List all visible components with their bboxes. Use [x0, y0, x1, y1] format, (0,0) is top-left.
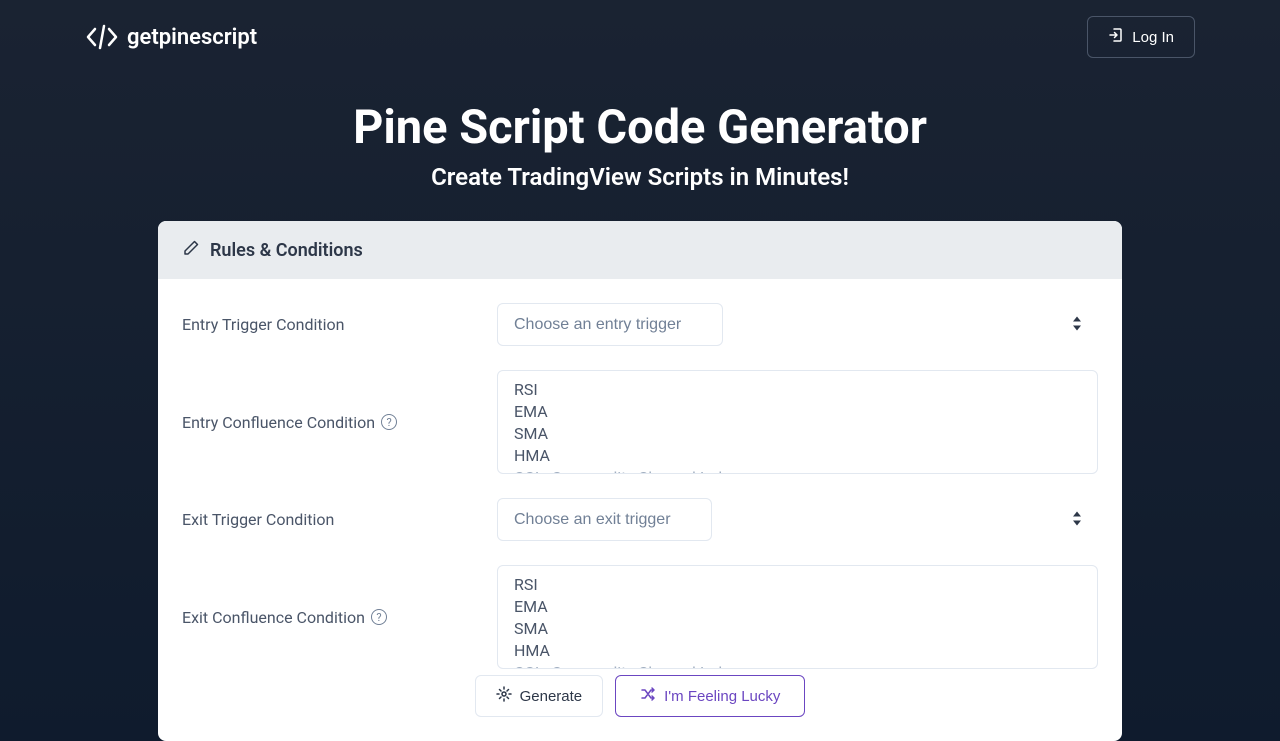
entry-trigger-select-wrapper: Choose an entry trigger: [497, 303, 1098, 346]
page-title: Pine Script Code Generator: [0, 100, 1280, 155]
list-item[interactable]: CCI - Commodity Channel Index: [498, 467, 1097, 474]
shuffle-icon: [640, 686, 656, 706]
exit-trigger-label: Exit Trigger Condition: [182, 510, 497, 529]
list-item[interactable]: RSI: [498, 574, 1097, 596]
login-button[interactable]: Log In: [1087, 16, 1195, 58]
lucky-button[interactable]: I'm Feeling Lucky: [615, 675, 805, 717]
entry-confluence-row: Entry Confluence Condition ? RSI EMA SMA…: [182, 370, 1098, 474]
list-item[interactable]: CCI - Commodity Channel Index: [498, 662, 1097, 669]
help-icon[interactable]: ?: [381, 414, 397, 430]
exit-confluence-label: Exit Confluence Condition ?: [182, 608, 497, 627]
exit-confluence-row: Exit Confluence Condition ? RSI EMA SMA …: [182, 565, 1098, 669]
logo[interactable]: getpinescript: [85, 24, 257, 50]
login-label: Log In: [1132, 29, 1174, 46]
login-icon: [1108, 27, 1124, 47]
hero-section: Pine Script Code Generator Create Tradin…: [0, 100, 1280, 191]
chevron-updown-icon: [1072, 315, 1082, 334]
generate-button[interactable]: Generate: [475, 675, 604, 717]
logo-text: getpinescript: [127, 25, 257, 50]
code-brackets-icon: [85, 24, 119, 50]
page-subtitle: Create TradingView Scripts in Minutes!: [0, 163, 1280, 191]
card-footer: Generate I'm Feeling Lucky: [182, 669, 1098, 717]
list-item[interactable]: EMA: [498, 596, 1097, 618]
header: getpinescript Log In: [0, 0, 1280, 74]
lucky-label: I'm Feeling Lucky: [664, 688, 780, 705]
list-item[interactable]: HMA: [498, 640, 1097, 662]
card-header: Rules & Conditions: [158, 221, 1122, 279]
list-item[interactable]: SMA: [498, 618, 1097, 640]
pencil-icon: [182, 239, 200, 261]
entry-confluence-label: Entry Confluence Condition ?: [182, 413, 497, 432]
list-item[interactable]: SMA: [498, 423, 1097, 445]
exit-trigger-row: Exit Trigger Condition Choose an exit tr…: [182, 498, 1098, 541]
entry-confluence-listbox[interactable]: RSI EMA SMA HMA CCI - Commodity Channel …: [497, 370, 1098, 474]
list-item[interactable]: RSI: [498, 379, 1097, 401]
generate-label: Generate: [520, 688, 583, 705]
help-icon[interactable]: ?: [371, 609, 387, 625]
list-item[interactable]: HMA: [498, 445, 1097, 467]
list-item[interactable]: EMA: [498, 401, 1097, 423]
exit-trigger-select-wrapper: Choose an exit trigger: [497, 498, 1098, 541]
exit-trigger-select[interactable]: Choose an exit trigger: [497, 498, 712, 541]
chevron-updown-icon: [1072, 510, 1082, 529]
rules-card: Rules & Conditions Entry Trigger Conditi…: [158, 221, 1122, 741]
entry-trigger-label: Entry Trigger Condition: [182, 315, 497, 334]
entry-trigger-row: Entry Trigger Condition Choose an entry …: [182, 303, 1098, 346]
exit-confluence-listbox[interactable]: RSI EMA SMA HMA CCI - Commodity Channel …: [497, 565, 1098, 669]
entry-trigger-select[interactable]: Choose an entry trigger: [497, 303, 723, 346]
card-body: Entry Trigger Condition Choose an entry …: [158, 279, 1122, 741]
card-header-title: Rules & Conditions: [210, 240, 363, 261]
gear-icon: [496, 686, 512, 706]
